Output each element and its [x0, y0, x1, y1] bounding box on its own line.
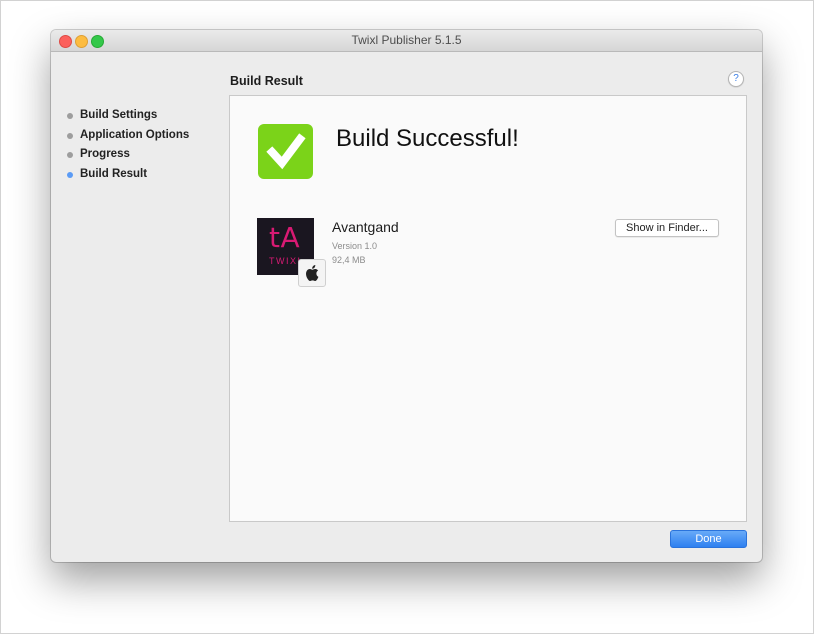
success-checkmark-icon — [258, 124, 313, 179]
section-title: Build Result — [230, 74, 303, 88]
done-button[interactable]: Done — [670, 530, 747, 548]
sidebar-item-progress[interactable]: Progress — [65, 147, 235, 167]
sidebar-item-label: Progress — [80, 148, 130, 160]
window-title: Twixl Publisher 5.1.5 — [351, 33, 462, 47]
title-bar: Twixl Publisher 5.1.5 — [51, 30, 762, 52]
steps-sidebar: Build Settings Application Options Progr… — [65, 108, 235, 186]
step-dot-icon — [67, 152, 73, 158]
step-dot-icon — [67, 113, 73, 119]
step-dot-icon — [67, 132, 73, 139]
show-in-finder-button[interactable]: Show in Finder... — [615, 219, 719, 237]
app-icon-text: tA — [269, 221, 301, 254]
app-window: Twixl Publisher 5.1.5 Build Settings App… — [51, 30, 762, 562]
sidebar-item-build-settings[interactable]: Build Settings — [65, 108, 235, 128]
sidebar-item-label: Build Settings — [80, 109, 158, 121]
help-button[interactable]: ? — [728, 71, 744, 87]
build-status-heading: Build Successful! — [336, 125, 519, 152]
sidebar-item-label: Application Options — [80, 128, 190, 141]
active-step-dot-icon — [67, 171, 73, 178]
app-version: Version 1.0 — [332, 241, 378, 251]
app-size: 92,4 MB — [332, 255, 366, 265]
build-result-panel: Build Successful! tA TWIXL Avantgand Ver… — [229, 95, 747, 522]
sidebar-item-application-options[interactable]: Application Options — [65, 128, 235, 148]
app-name: Avantgand — [332, 219, 399, 235]
apple-icon — [298, 259, 326, 287]
sidebar-item-build-result[interactable]: Build Result — [65, 167, 235, 187]
sidebar-item-label: Build Result — [80, 167, 148, 180]
